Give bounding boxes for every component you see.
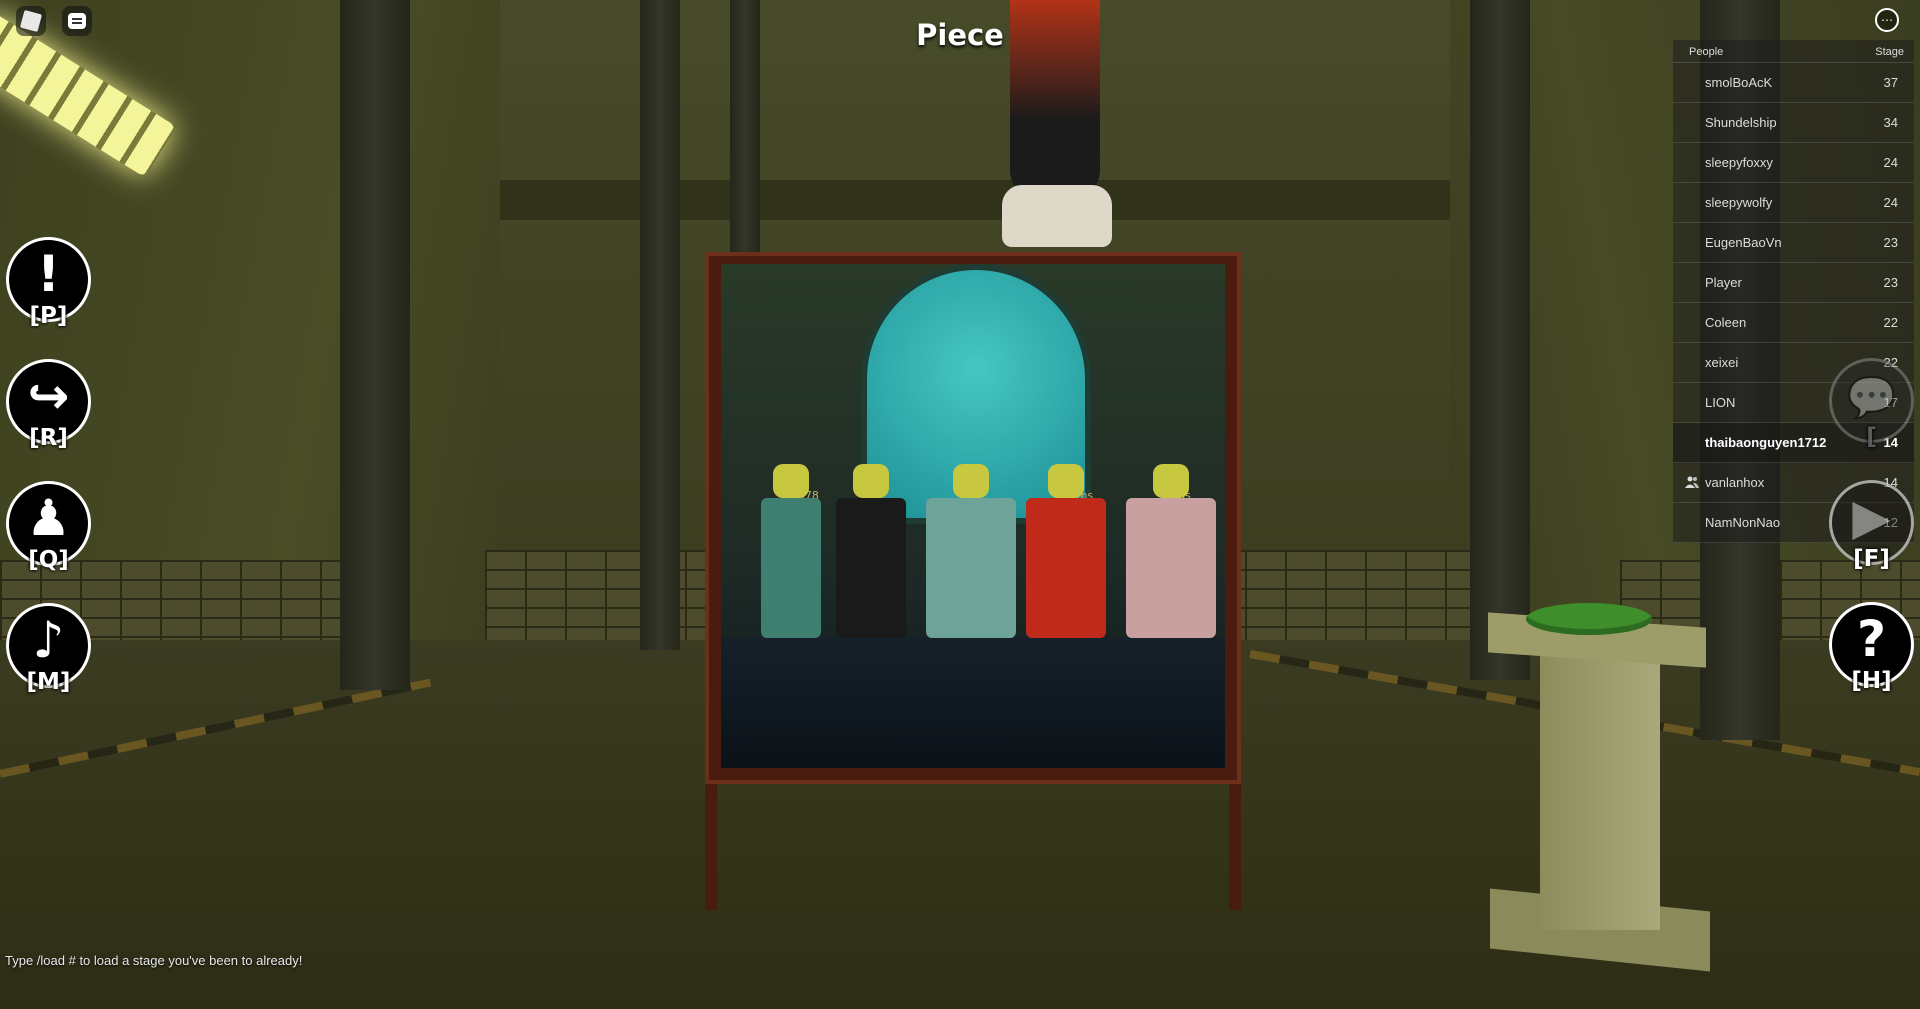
leaderboard-row[interactable]: Coleen 22 bbox=[1673, 303, 1914, 343]
exclamation-icon: ! bbox=[37, 244, 60, 303]
leaderboard-row[interactable]: smolBoAcK 37 bbox=[1673, 63, 1914, 103]
player-name: sleepywolfy bbox=[1705, 195, 1773, 210]
player-name: smolBoAcK bbox=[1705, 75, 1773, 90]
stage-title: Piece bbox=[916, 18, 1004, 52]
player-stage: 37 bbox=[1883, 75, 1898, 90]
board-picture: Kai378 Fritos 7ohms bbox=[721, 264, 1225, 768]
avatar-figure bbox=[761, 464, 821, 638]
question-icon: ? bbox=[1856, 609, 1886, 668]
game-viewport[interactable]: Kai378 Fritos 7ohms bbox=[0, 0, 1920, 1009]
music-button[interactable]: ♪ [M] bbox=[6, 603, 91, 695]
friends-icon bbox=[1685, 476, 1699, 488]
pillar bbox=[340, 0, 410, 690]
chat-bubble-icon: 💬 bbox=[1846, 374, 1897, 421]
player-name: NamNonNao bbox=[1705, 515, 1781, 530]
load-stage-hint: Type /load # to load a stage you've been… bbox=[5, 953, 303, 968]
keybind-label: [H] bbox=[1851, 668, 1892, 694]
keybind-label: [ bbox=[1866, 424, 1877, 450]
player-stage: 34 bbox=[1883, 115, 1898, 130]
player-stage: 22 bbox=[1883, 315, 1898, 330]
column-people: People bbox=[1689, 46, 1724, 58]
player-stage: 23 bbox=[1883, 275, 1898, 290]
chat-button[interactable]: 💬 [ bbox=[1829, 358, 1914, 450]
play-icon: ▶ bbox=[1852, 487, 1891, 546]
help-button[interactable]: ? [H] bbox=[1829, 602, 1914, 694]
player-character-shoe bbox=[1002, 185, 1112, 247]
keybind-label: [Q] bbox=[28, 547, 69, 573]
keybind-label: [R] bbox=[29, 425, 68, 451]
leaderboard-header: People Stage bbox=[1673, 40, 1914, 63]
player-name: xeixei bbox=[1705, 355, 1739, 370]
avatar-icon: ♟ bbox=[26, 488, 71, 547]
reset-button[interactable]: ↪ [R] bbox=[6, 359, 91, 451]
leaderboard-row[interactable]: EugenBaoVn 23 bbox=[1673, 223, 1914, 263]
keybind-label: [M] bbox=[26, 669, 71, 695]
left-action-buttons: ! [P] ↪ [R] ♟ [Q] ♪ [M] bbox=[6, 237, 91, 695]
board-leg bbox=[705, 770, 717, 910]
player-stage: 24 bbox=[1883, 195, 1898, 210]
report-button[interactable]: ! [P] bbox=[6, 237, 91, 329]
leaderboard-row[interactable]: Shundelship 34 bbox=[1673, 103, 1914, 143]
forward-button[interactable]: ▶ [F] bbox=[1829, 480, 1914, 572]
leaderboard-row[interactable]: Player 23 bbox=[1673, 263, 1914, 303]
avatar-button[interactable]: ♟ [Q] bbox=[6, 481, 91, 573]
player-stage: 24 bbox=[1883, 155, 1898, 170]
column-stage: Stage bbox=[1875, 46, 1904, 58]
player-stage: 23 bbox=[1883, 235, 1898, 250]
player-name: vanlanhox bbox=[1705, 475, 1765, 490]
pedestal-column bbox=[1540, 650, 1660, 930]
player-name: sleepyfoxxy bbox=[1705, 155, 1773, 170]
pillar bbox=[1470, 0, 1530, 680]
leaderboard-row[interactable]: sleepywolfy 24 bbox=[1673, 183, 1914, 223]
player-name: Coleen bbox=[1705, 315, 1747, 330]
player-name: EugenBaoVn bbox=[1705, 235, 1782, 250]
player-name: Player bbox=[1705, 275, 1742, 290]
right-action-buttons: 💬 [ ▶ [F] ? [H] bbox=[1829, 358, 1914, 694]
board-leg bbox=[1229, 770, 1241, 910]
stage-floor bbox=[721, 638, 1225, 768]
pillar bbox=[640, 0, 680, 650]
leaderboard-row[interactable]: sleepyfoxxy 24 bbox=[1673, 143, 1914, 183]
picture-board: Kai378 Fritos 7ohms bbox=[705, 252, 1241, 784]
avatar-figure bbox=[1026, 464, 1106, 638]
keybind-label: [P] bbox=[29, 303, 68, 329]
wall-beam bbox=[490, 180, 1480, 220]
player-name: Shundelship bbox=[1705, 115, 1777, 130]
avatar-figure bbox=[836, 464, 906, 638]
keybind-label: [F] bbox=[1853, 546, 1890, 572]
green-press-button[interactable] bbox=[1526, 603, 1652, 635]
redo-arrow-icon: ↪ bbox=[27, 366, 70, 425]
player-name: thaibaonguyen1712 bbox=[1705, 435, 1827, 450]
avatar-figure bbox=[926, 464, 1016, 638]
music-note-icon: ♪ bbox=[32, 610, 65, 669]
player-name: LION bbox=[1705, 395, 1736, 410]
avatar-figure bbox=[1126, 464, 1216, 638]
